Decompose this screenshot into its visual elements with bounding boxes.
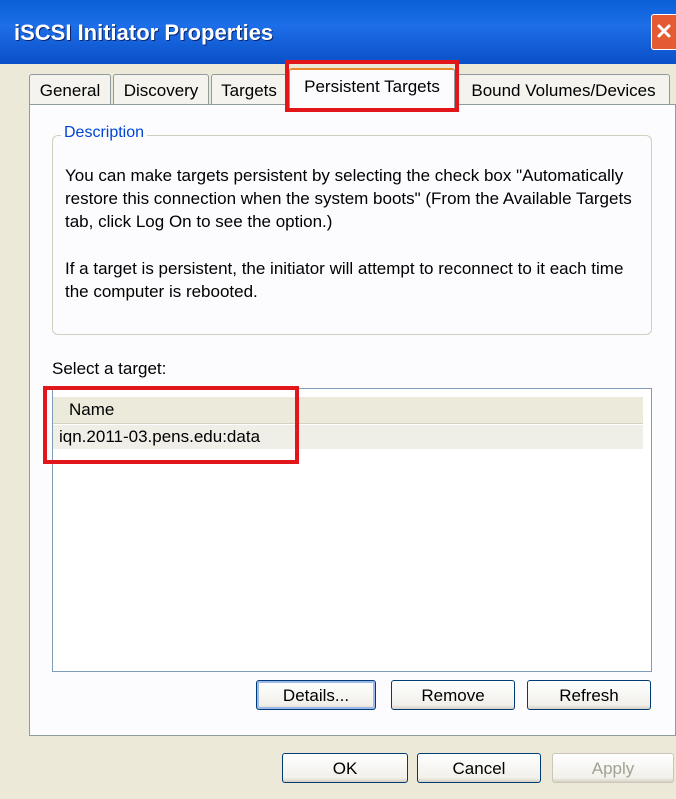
details-button[interactable]: Details... — [256, 680, 376, 710]
refresh-button[interactable]: Refresh — [527, 680, 651, 710]
tab-general[interactable]: General — [29, 74, 111, 106]
description-text: You can make targets persistent by selec… — [65, 164, 635, 327]
description-paragraph-1: You can make targets persistent by selec… — [65, 166, 632, 231]
window-title: iSCSI Initiator Properties — [14, 20, 274, 45]
remove-button[interactable]: Remove — [391, 680, 515, 710]
tab-targets[interactable]: Targets — [211, 74, 287, 106]
title-bar[interactable]: iSCSI Initiator Properties — [0, 0, 676, 64]
list-highlight-box — [43, 386, 299, 464]
description-groupbox: Description You can make targets persist… — [52, 124, 652, 335]
close-button[interactable] — [651, 14, 676, 50]
cancel-button[interactable]: Cancel — [417, 753, 541, 783]
select-target-label: Select a target: — [52, 359, 167, 378]
tab-strip: General Discovery Targets Persistent Tar… — [0, 60, 676, 112]
ok-button[interactable]: OK — [282, 753, 408, 783]
description-paragraph-2: If a target is persistent, the initiator… — [65, 259, 624, 301]
persistent-targets-panel: Description You can make targets persist… — [29, 104, 676, 736]
tab-highlight-box — [285, 60, 459, 112]
tab-bound-volumes-devices[interactable]: Bound Volumes/Devices — [457, 74, 670, 106]
description-legend: Description — [61, 124, 148, 142]
iscsi-properties-dialog: iSCSI Initiator Properties General Disco… — [0, 0, 676, 799]
apply-button[interactable]: Apply — [552, 753, 674, 783]
tab-discovery[interactable]: Discovery — [113, 74, 209, 106]
